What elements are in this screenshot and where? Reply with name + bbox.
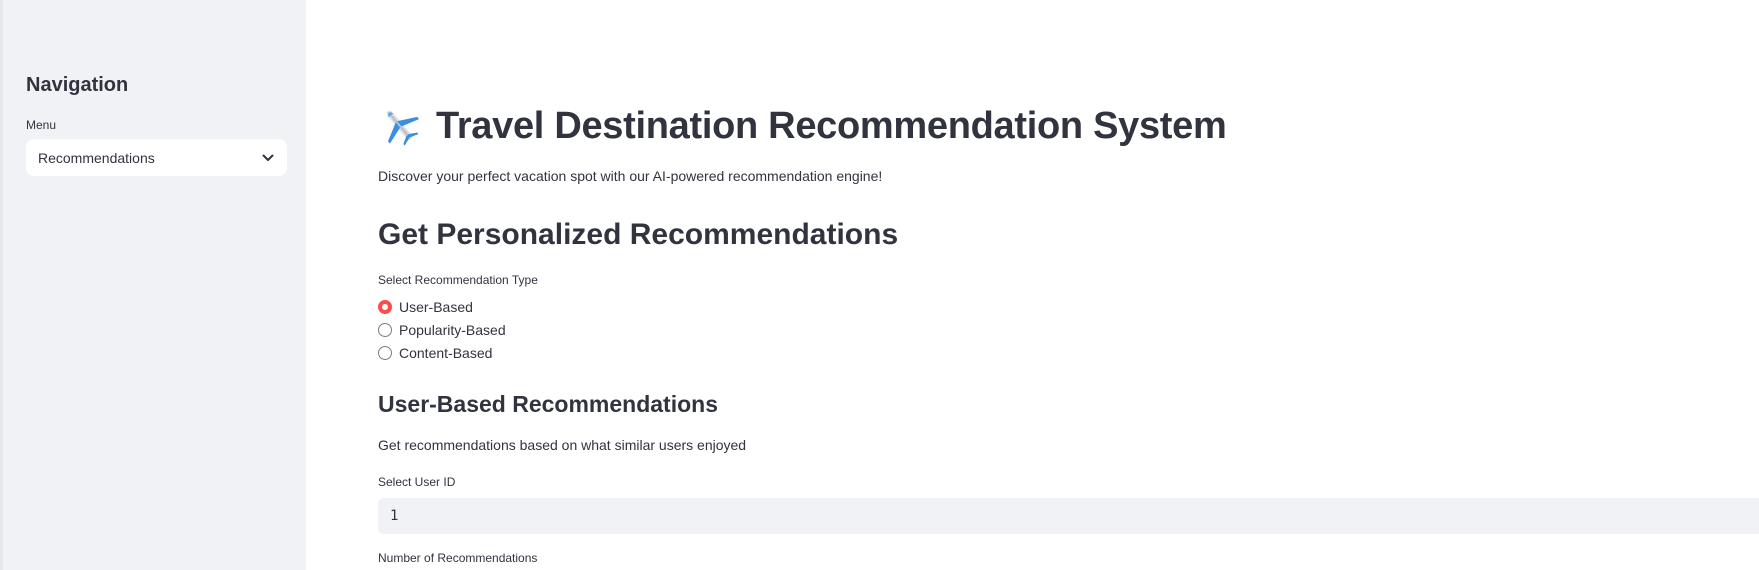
recommendation-type-label: Select Recommendation Type [378, 273, 538, 287]
radio-popularity-based[interactable]: Popularity-Based [378, 322, 506, 338]
radio-label: Content-Based [399, 345, 493, 361]
subsection-description: Get recommendations based on what simila… [378, 437, 747, 453]
menu-select[interactable]: Recommendations [26, 139, 287, 176]
main-content: Travel Destination Recommendation System… [306, 0, 1759, 570]
section-title: Get Personalized Recommendations [378, 218, 899, 251]
subsection-title: User-Based Recommendations [378, 391, 718, 417]
user-id-label: Select User ID [378, 475, 456, 489]
radio-label: User-Based [399, 299, 473, 315]
page-subtitle: Discover your perfect vacation spot with… [378, 168, 883, 184]
radio-user-based[interactable]: User-Based [378, 299, 473, 315]
chevron-down-icon [261, 151, 275, 165]
radio-unchecked-icon [378, 323, 392, 337]
menu-label: Menu [26, 118, 57, 132]
user-id-input[interactable]: 1 [378, 498, 1759, 534]
radio-unchecked-icon [378, 346, 392, 360]
app-root: Navigation Menu Recommendations Travel D… [0, 0, 1759, 570]
radio-content-based[interactable]: Content-Based [378, 345, 492, 361]
page-title: Travel Destination Recommendation System [436, 104, 1227, 147]
menu-select-value: Recommendations [38, 149, 155, 166]
user-id-value: 1 [390, 508, 399, 524]
radio-label: Popularity-Based [399, 322, 506, 338]
radio-checked-icon [378, 300, 392, 314]
page-title-row: Travel Destination Recommendation System [378, 104, 1227, 148]
num-recommendations-label: Number of Recommendations [378, 551, 538, 565]
sidebar: Navigation Menu Recommendations [0, 0, 306, 570]
airplane-icon [378, 104, 422, 148]
sidebar-title: Navigation [26, 74, 129, 96]
